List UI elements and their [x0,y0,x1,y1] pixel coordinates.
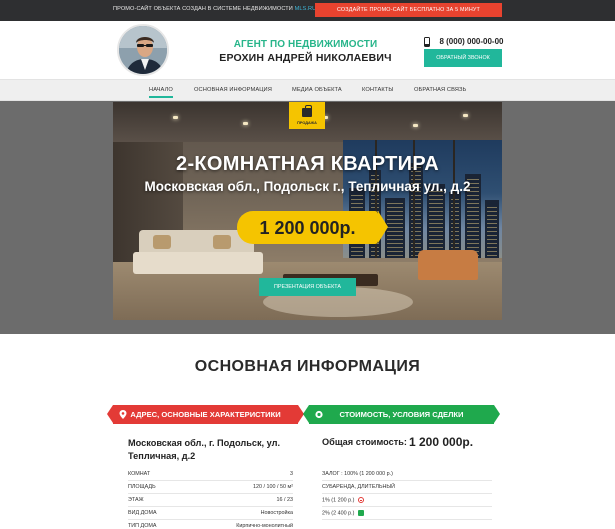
price-value: 1 200 000р. [259,218,356,238]
row-key: ПЛОЩАДЬ [128,484,156,490]
sale-badge-label: ПРОДАЖА [297,121,317,125]
condition-row: 1% (1 200 р.) [322,494,492,507]
callback-button[interactable]: ОБРАТНЫЙ ЗВОНОК [424,49,502,67]
table-row: ЭТАЖ 16 / 23 [128,494,293,507]
ceiling-light [413,124,418,127]
row-key: КОМНАТ [128,471,151,477]
promo-link[interactable]: MLS.RU [295,6,317,12]
hero-section: ПРОДАЖА 2-КОМНАТНАЯ КВАРТИРА Московская … [0,101,615,334]
phone-number[interactable]: 8 (000) 000-00-00 [439,37,503,46]
table-row: ПЛОЩАДЬ 120 / 100 / 50 м² [128,481,293,494]
property-address: Московская обл., Подольск г., Тепличная … [144,179,471,194]
row-value: 3 [290,471,293,477]
briefcase-icon [302,105,312,117]
condition-text: 2% (2 400 р.) [322,510,355,517]
hero-image: ПРОДАЖА 2-КОМНАТНАЯ КВАРТИРА Московская … [113,102,502,320]
property-title: 2-КОМНАТНАЯ КВАРТИРА [176,153,439,175]
address-ribbon: АДРЕС, ОСНОВНЫЕ ХАРАКТЕРИСТИКИ [107,405,304,424]
total-cost-label: Общая стоимость: [322,437,407,447]
gift-icon [358,510,365,516]
nav-item-contacts[interactable]: КОНТАКТЫ [362,87,393,93]
condition-text: ЗАЛОГ : 100% (1 200 000 р.) [322,471,393,477]
nav-item-feedback[interactable]: ОБРАТНАЯ СВЯЗЬ [414,87,466,93]
table-row: КОМНАТ 3 [128,468,293,481]
phone-contact[interactable]: 8 (000) 000-00-00 [424,33,504,47]
promo-bar: ПРОМО-САЙТ ОБЪЕКТА СОЗДАН В СИСТЕМЕ НЕДВ… [0,0,615,21]
ceiling-light [173,116,178,119]
price-tag-tip [378,211,388,243]
pillow [213,235,231,249]
agent-avatar [117,24,169,76]
price-tag: 1 200 000р. [237,211,388,244]
row-key: ВИД ДОМА [128,510,157,516]
total-cost-value: 1 200 000р. [409,435,474,449]
row-key: ТИП ДОМА [128,523,157,529]
agent-subtitle: АГЕНТ ПО НЕДВИЖИМОСТИ [233,39,378,50]
table-row: ТИП ДОМА Кирпично-монолитный [128,520,293,529]
nav-item-home[interactable]: НАЧАЛО [149,87,173,98]
nav-item-main-info[interactable]: ОСНОВНАЯ ИНФОРМАЦИЯ [194,87,272,93]
agent-photo [119,26,167,74]
row-value: 120 / 100 / 50 м² [253,484,293,490]
address-line: Тепличная, д.2 [128,450,196,461]
phone-icon [424,36,430,47]
minus-circle-icon [358,497,365,503]
price-ribbon: СТОИМОСТЬ, УСЛОВИЯ СДЕЛКИ [303,405,500,424]
agent-name: ЕРОХИН АНДРЕЙ НИКОЛАЕВИЧ [219,52,392,64]
presentation-button[interactable]: ПРЕЗЕНТАЦИЯ ОБЪЕКТА [259,278,356,296]
full-address: Московская обл., г. Подольск, ул. Теплич… [128,437,298,462]
armchair [418,250,478,280]
create-promo-site-button[interactable]: СОЗДАЙТЕ ПРОМО-САЙТ БЕСПЛАТНО ЗА 5 МИНУТ [315,3,502,17]
address-line: Московская обл., г. Подольск, ул. [128,438,281,448]
sale-badge: ПРОДАЖА [289,102,325,129]
section-title: ОСНОВНАЯ ИНФОРМАЦИЯ [194,358,421,375]
ceiling-light [463,114,468,117]
main-nav: НАЧАЛО ОСНОВНАЯ ИНФОРМАЦИЯ МЕДИА ОБЪЕКТА… [0,79,615,101]
price-ribbon-label: СТОИМОСТЬ, УСЛОВИЯ СДЕЛКИ [339,410,464,419]
sofa-seat [133,252,263,274]
condition-text: 1% (1 200 р.) [322,497,355,504]
site-header: АГЕНТ ПО НЕДВИЖИМОСТИ ЕРОХИН АНДРЕЙ НИКО… [0,21,615,79]
condition-row: ЗАЛОГ : 100% (1 200 000 р.) [322,468,492,481]
condition-row: 2% (2 400 р.) [322,507,492,520]
ceiling-light [243,122,248,125]
address-ribbon-label: АДРЕС, ОСНОВНЫЕ ХАРАКТЕРИСТИКИ [130,410,281,419]
promo-text: ПРОМО-САЙТ ОБЪЕКТА СОЗДАН В СИСТЕМЕ НЕДВ… [113,6,316,12]
condition-text: СУБАРЕНДА, ДЛИТЕЛЬНЫЙ [322,484,396,490]
pillow [153,235,171,249]
nav-item-media[interactable]: МЕДИА ОБЪЕКТА [292,87,342,93]
table-row: ВИД ДОМА Новостройка [128,507,293,520]
row-value: 16 / 23 [276,497,294,503]
condition-row: СУБАРЕНДА, ДЛИТЕЛЬНЫЙ [322,481,492,494]
promo-text-label: ПРОМО-САЙТ ОБЪЕКТА СОЗДАН В СИСТЕМЕ НЕДВ… [113,6,293,12]
row-value: Новостройка [260,510,293,516]
row-value: Кирпично-монолитный [236,523,293,529]
row-key: ЭТАЖ [128,497,144,503]
